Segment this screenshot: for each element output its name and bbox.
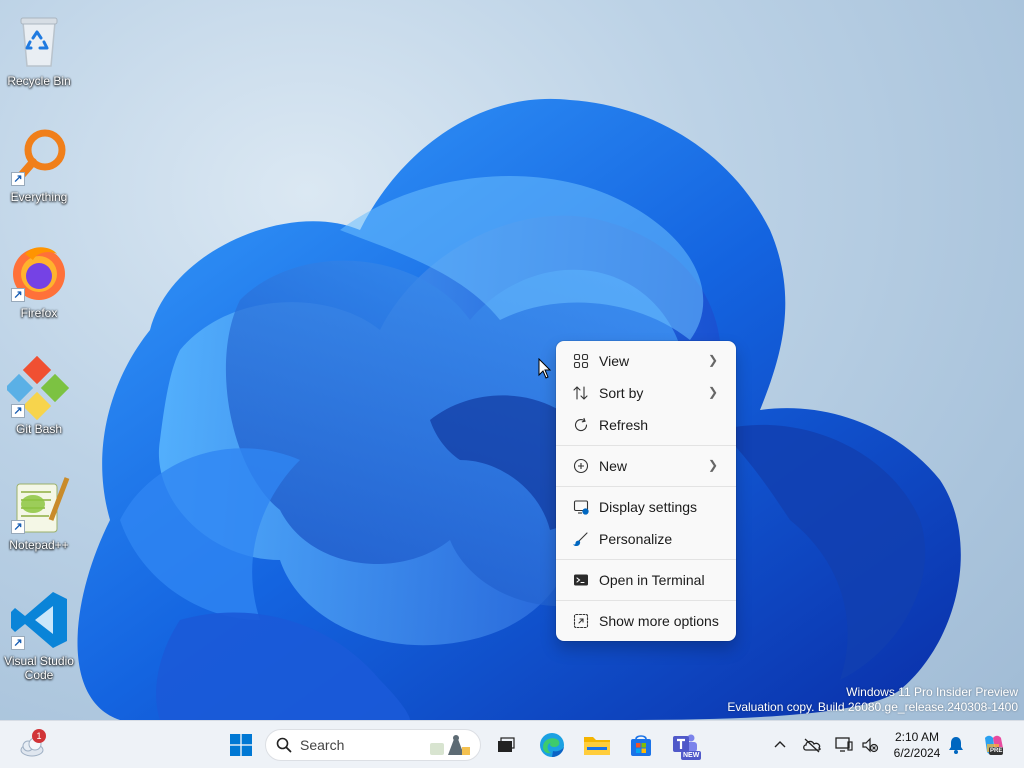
desktop-context-menu: View ❯ Sort by ❯ Refresh New ❯ Display s… [556, 341, 736, 641]
menu-item-open-in-terminal[interactable]: Open in Terminal [556, 564, 736, 596]
expand-icon [570, 613, 592, 629]
taskbar-app-store[interactable] [626, 729, 656, 761]
volume-status[interactable] [860, 735, 880, 755]
notepadpp-icon: ↗ [7, 472, 71, 536]
menu-separator [556, 600, 736, 601]
menu-item-view[interactable]: View ❯ [556, 345, 736, 377]
recycle-bin-icon [7, 8, 71, 72]
menu-item-label: Open in Terminal [599, 572, 705, 588]
chevron-right-icon: ❯ [707, 385, 718, 399]
desktop-icon-firefox[interactable]: ↗ Firefox [0, 240, 78, 320]
edge-icon [540, 733, 564, 757]
onedrive-status[interactable] [802, 735, 822, 755]
search-highlight-icon [430, 735, 470, 755]
shortcut-arrow-icon: ↗ [11, 288, 25, 302]
chevron-up-icon [774, 741, 786, 748]
evaluation-watermark: Windows 11 Pro Insider Preview Evaluatio… [727, 685, 1018, 715]
menu-item-label: Personalize [599, 531, 673, 547]
copilot-button[interactable]: PRE [980, 733, 1006, 757]
task-view-icon [498, 737, 515, 752]
taskbar-app-teams[interactable]: NEW [669, 729, 702, 761]
taskbar-app-edge[interactable] [537, 729, 567, 761]
wallpaper-bloom [77, 98, 961, 720]
desktop-icon-everything[interactable]: ↗ Everything [0, 124, 78, 204]
shortcut-arrow-icon: ↗ [11, 636, 25, 650]
taskbar-search-box[interactable]: Search [265, 729, 481, 761]
desktop-icon-vscode[interactable]: ↗ Visual Studio Code [0, 588, 78, 682]
desktop-icon-label: Recycle Bin [7, 74, 71, 88]
menu-item-label: Display settings [599, 499, 698, 515]
display-icon [570, 499, 592, 515]
desktop-icon-git-bash[interactable]: ↗ Git Bash [0, 355, 78, 436]
menu-item-label: Show more options [599, 613, 719, 629]
menu-item-display-settings[interactable]: Display settings [556, 491, 736, 523]
bell-icon [949, 737, 963, 754]
taskbar-app-file-explorer[interactable] [581, 729, 613, 761]
onedrive-offline-icon [803, 738, 821, 753]
desktop-icon-label: Everything [10, 190, 68, 204]
windows-logo-icon [230, 734, 252, 756]
clock-time: 2:10 AM [894, 730, 940, 744]
desktop-icon-label: Firefox [20, 306, 58, 320]
search-placeholder: Search [300, 737, 345, 753]
watermark-line-1: Windows 11 Pro Insider Preview [846, 685, 1018, 699]
brush-icon [570, 531, 592, 547]
watermark-line-2: Evaluation copy. Build 26080.ge_release.… [727, 700, 1018, 714]
network-disconnected-icon [835, 737, 853, 752]
menu-separator [556, 559, 736, 560]
view-grid-icon [570, 353, 592, 369]
menu-item-personalize[interactable]: Personalize [556, 523, 736, 555]
menu-item-label: Sort by [599, 385, 644, 401]
vscode-icon: ↗ [7, 588, 71, 652]
menu-item-show-more-options[interactable]: Show more options [556, 605, 736, 637]
clock-date: 6/2/2024 [893, 746, 941, 760]
copilot-pre-badge: PRE [989, 747, 1004, 755]
network-status[interactable] [834, 735, 854, 755]
task-view-button[interactable] [492, 729, 520, 761]
firefox-icon: ↗ [7, 240, 71, 304]
menu-item-new[interactable]: New ❯ [556, 450, 736, 482]
menu-item-label: New [599, 458, 628, 474]
shortcut-arrow-icon: ↗ [11, 404, 25, 418]
volume-muted-icon [862, 737, 879, 753]
menu-item-refresh[interactable]: Refresh [556, 409, 736, 441]
search-icon [276, 737, 292, 753]
notifications-button[interactable] [946, 735, 966, 755]
folder-icon [584, 737, 610, 755]
chevron-right-icon: ❯ [707, 353, 718, 367]
start-button[interactable] [226, 729, 256, 761]
shortcut-arrow-icon: ↗ [11, 172, 25, 186]
menu-separator [556, 445, 736, 446]
taskbar: 1 Search NEW 2:10 AM 6/2/2024 PRE [0, 720, 1024, 768]
menu-item-sort-by[interactable]: Sort by ❯ [556, 377, 736, 409]
shortcut-arrow-icon: ↗ [11, 520, 25, 534]
taskbar-clock[interactable]: 2:10 AM 6/2/2024 [886, 729, 948, 761]
desktop-icon-label: Visual Studio Code [4, 654, 74, 682]
sort-icon [570, 385, 592, 401]
weather-widget[interactable]: 1 [14, 729, 50, 761]
desktop-icon-label: Git Bash [15, 422, 63, 436]
chevron-right-icon: ❯ [707, 458, 718, 472]
store-icon [631, 735, 651, 756]
menu-item-label: Refresh [599, 417, 649, 433]
show-hidden-icons-button[interactable] [770, 735, 790, 755]
everything-search-icon: ↗ [7, 124, 71, 188]
refresh-icon [570, 417, 592, 433]
git-bash-icon: ↗ [4, 355, 71, 421]
menu-separator [556, 486, 736, 487]
menu-item-label: View [599, 353, 630, 369]
teams-new-badge: NEW [681, 751, 702, 760]
plus-circle-icon [570, 458, 592, 474]
mouse-cursor-icon [538, 358, 552, 379]
desktop-icon-notepadpp[interactable]: ↗ Notepad++ [0, 472, 78, 552]
desktop-icon-recycle-bin[interactable]: Recycle Bin [0, 8, 78, 88]
weather-notification-badge: 1 [32, 729, 46, 743]
terminal-icon [570, 572, 592, 588]
desktop-icon-label: Notepad++ [9, 538, 69, 552]
